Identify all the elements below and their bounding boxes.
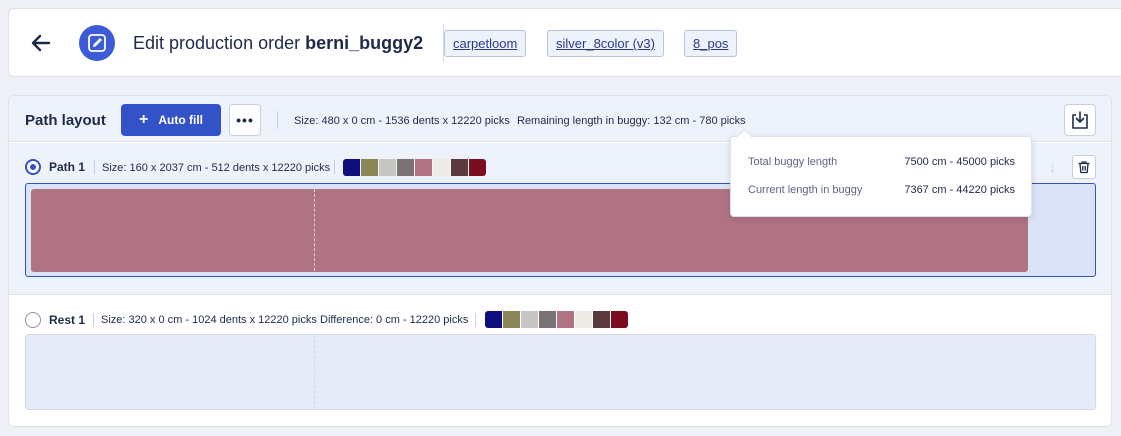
tag-loom[interactable]: carpetloom <box>444 30 527 57</box>
path-radio[interactable] <box>25 159 41 175</box>
tooltip-value: 7500 cm - 45000 picks <box>904 156 1015 168</box>
color-swatch <box>397 159 414 176</box>
tag-machine[interactable]: silver_8color (v3) <box>547 30 664 57</box>
color-swatch <box>575 311 592 328</box>
plus-icon: + <box>139 111 149 128</box>
tooltip-label: Total buggy length <box>748 156 838 168</box>
rest-divider <box>93 313 94 327</box>
more-icon: ••• <box>236 112 254 128</box>
center-line <box>314 184 315 276</box>
rest-color-palette <box>485 311 628 328</box>
rest-difference-text: Difference: 0 cm - 12220 picks <box>320 314 469 326</box>
rest-size-text: Size: 320 x 0 cm - 1024 dents x 12220 pi… <box>101 314 317 326</box>
buggy-length-tooltip: Total buggy length 7500 cm - 45000 picks… <box>730 136 1032 217</box>
rest-radio[interactable] <box>25 312 41 328</box>
color-swatch <box>361 159 378 176</box>
rest-divider-2 <box>475 313 476 327</box>
color-swatch <box>415 159 432 176</box>
color-swatch <box>485 311 502 328</box>
color-swatch <box>593 311 610 328</box>
toolbar-divider <box>277 111 278 129</box>
color-swatch <box>539 311 556 328</box>
path-size-text: Size: 160 x 2037 cm - 512 dents x 12220 … <box>102 162 331 174</box>
remaining-length-text[interactable]: Remaining length in buggy: 132 cm - 780 … <box>517 115 746 127</box>
title-prefix: Edit production order <box>133 33 301 53</box>
color-swatch <box>503 311 520 328</box>
path-divider <box>94 160 95 174</box>
total-size-text: Size: 480 x 0 cm - 1536 dents x 12220 pi… <box>294 115 510 127</box>
path-divider-2 <box>334 160 335 174</box>
arrow-down-icon: ↓ <box>1049 159 1056 175</box>
path-label: Path 1 <box>49 160 86 174</box>
color-swatch <box>379 159 396 176</box>
color-swatch <box>433 159 450 176</box>
edit-pencil-icon <box>79 25 115 61</box>
page-title: Edit production order berni_buggy2 <box>133 33 423 54</box>
more-options-button[interactable]: ••• <box>229 104 261 136</box>
color-swatch <box>343 159 360 176</box>
rest-row[interactable]: Rest 1 Size: 320 x 0 cm - 1024 dents x 1… <box>9 296 1111 426</box>
tooltip-value: 7367 cm - 44220 picks <box>904 184 1015 196</box>
center-line <box>314 335 315 409</box>
color-swatch <box>557 311 574 328</box>
auto-fill-label: Auto fill <box>158 113 203 127</box>
rest-label: Rest 1 <box>49 313 86 327</box>
auto-fill-button[interactable]: + Auto fill <box>121 104 221 136</box>
delete-path-button[interactable] <box>1072 155 1096 179</box>
color-swatch <box>451 159 468 176</box>
section-title: Path layout <box>25 112 106 129</box>
export-button[interactable] <box>1064 104 1096 136</box>
order-name: berni_buggy2 <box>305 33 424 53</box>
path-color-palette <box>343 159 486 176</box>
trash-icon <box>1078 161 1090 174</box>
rest-canvas[interactable] <box>25 334 1096 410</box>
color-swatch <box>521 311 538 328</box>
tooltip-label: Current length in buggy <box>748 184 863 196</box>
back-arrow-icon[interactable] <box>29 31 53 55</box>
color-swatch <box>611 311 628 328</box>
tag-positions[interactable]: 8_pos <box>684 30 738 57</box>
export-icon <box>1072 111 1088 129</box>
color-swatch <box>469 159 486 176</box>
page-header: Edit production order berni_buggy2 carpe… <box>8 8 1121 77</box>
